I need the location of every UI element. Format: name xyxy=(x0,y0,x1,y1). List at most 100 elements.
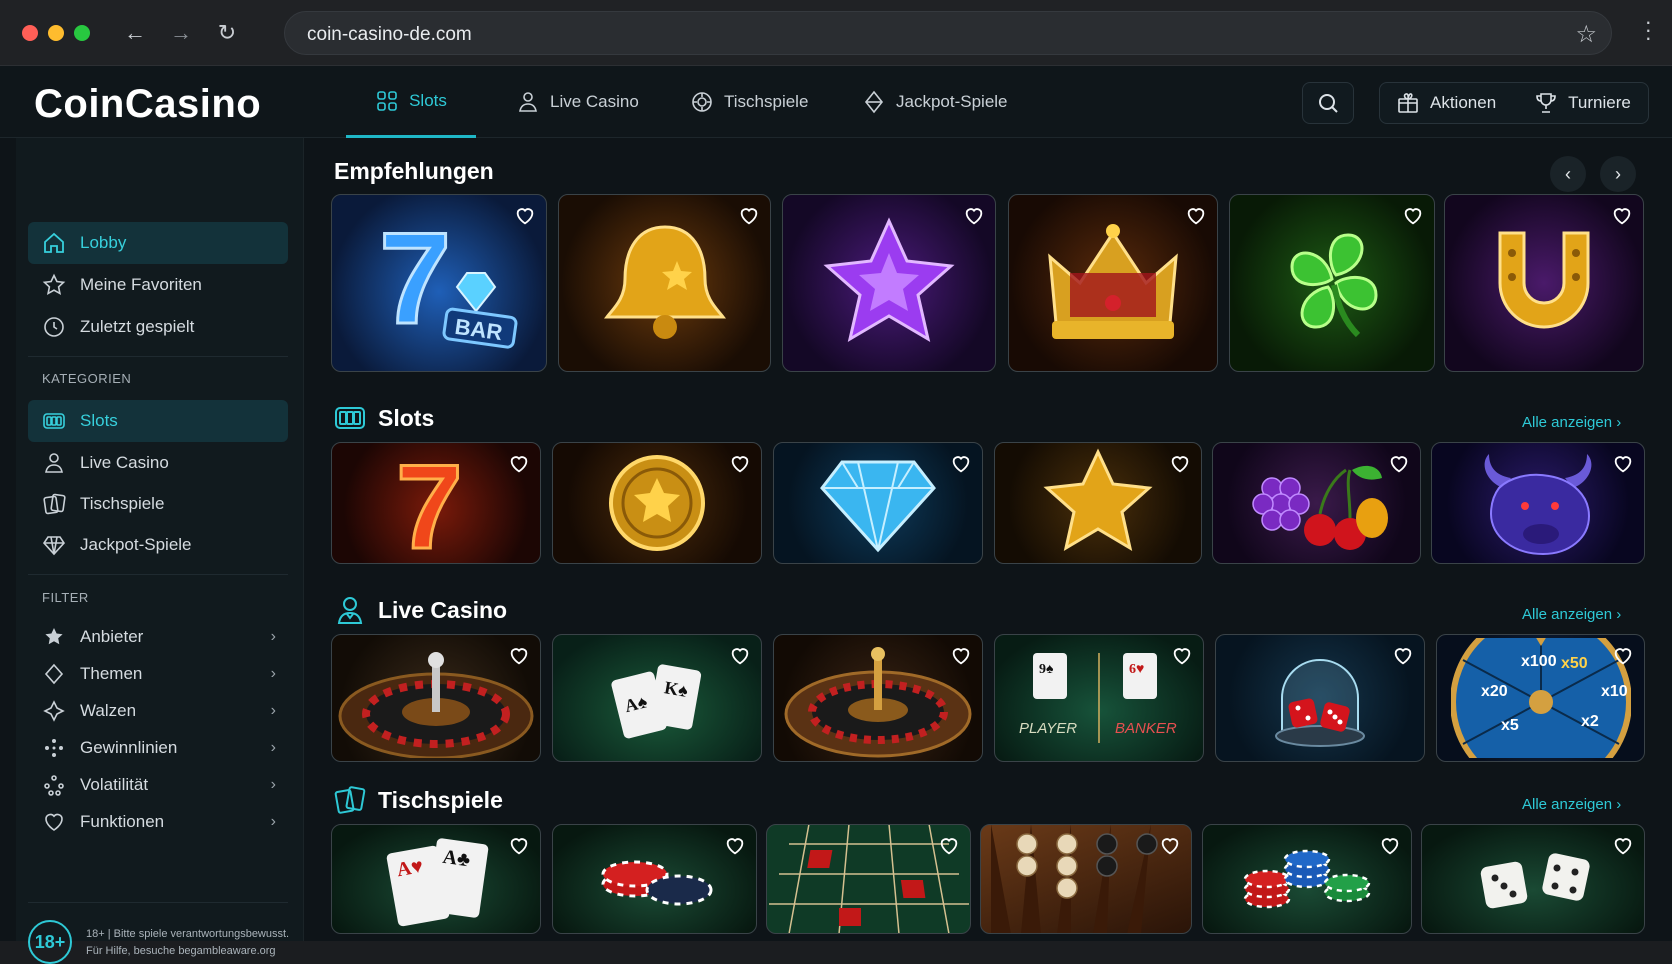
maximize-window-button[interactable] xyxy=(74,25,90,41)
address-bar[interactable]: coin-casino-de.com ☆ xyxy=(284,11,1612,55)
game-card-baccarat[interactable]: 9♠ 6♥ PLAYER BANKER xyxy=(994,634,1204,762)
filter-themen[interactable]: Themen › xyxy=(28,653,288,695)
tab-jackpot-spiele[interactable]: Jackpot-Spiele xyxy=(862,66,1008,138)
filter-walzen[interactable]: Walzen › xyxy=(28,690,288,732)
see-all-slots-link[interactable]: Alle anzeigen › xyxy=(1522,414,1621,431)
sidebar-item-slots[interactable]: Slots xyxy=(28,400,288,442)
tab-live-casino[interactable]: Live Casino xyxy=(516,66,639,138)
heart-icon[interactable] xyxy=(508,645,530,667)
heart-icon[interactable] xyxy=(729,453,751,475)
star-filled-icon xyxy=(45,628,63,645)
heart-icon[interactable] xyxy=(508,453,530,475)
reload-icon[interactable]: ↻ xyxy=(210,16,244,50)
game-card-chip-stacks[interactable] xyxy=(1202,824,1412,934)
tab-label: Jackpot-Spiele xyxy=(896,92,1008,111)
heart-icon[interactable] xyxy=(1171,645,1193,667)
aktionen-button[interactable]: Aktionen xyxy=(1430,93,1496,113)
game-card-diamond[interactable] xyxy=(773,442,983,564)
game-card-buffalo[interactable] xyxy=(1431,442,1645,564)
heart-icon[interactable] xyxy=(938,835,960,857)
filter-funktionen[interactable]: Funktionen › xyxy=(28,801,288,843)
search-button[interactable] xyxy=(1302,82,1354,124)
sidebar-item-recent[interactable]: Zuletzt gespielt xyxy=(28,306,288,348)
heart-icon[interactable] xyxy=(514,205,536,227)
game-card-seven-bar[interactable]: 7 BAR xyxy=(331,194,547,372)
bookmark-star-icon[interactable]: ☆ xyxy=(1575,20,1597,49)
game-card-clover[interactable] xyxy=(1229,194,1435,372)
back-arrow-icon[interactable]: ← xyxy=(118,16,152,50)
game-card-roulette[interactable] xyxy=(331,634,541,762)
game-card-aces[interactable]: A♥ A♣ xyxy=(331,824,541,934)
close-window-button[interactable] xyxy=(22,25,38,41)
heart-icon[interactable] xyxy=(1185,205,1207,227)
game-card-backgammon[interactable] xyxy=(980,824,1192,934)
chevron-right-icon: › xyxy=(270,813,276,830)
see-all-table-link[interactable]: Alle anzeigen › xyxy=(1522,796,1621,813)
heart-icon[interactable] xyxy=(1392,645,1414,667)
dealer-icon xyxy=(45,453,63,473)
menu-kebab-icon[interactable]: · · · xyxy=(1645,11,1652,49)
logo[interactable]: CoinCasino xyxy=(34,82,261,127)
chevron-right-icon: › xyxy=(1615,163,1621,184)
reels-icon xyxy=(43,700,65,722)
heart-icon[interactable] xyxy=(1612,645,1634,667)
cards-icon xyxy=(334,786,366,814)
roulette-icon xyxy=(338,652,534,758)
see-all-live-link[interactable]: Alle anzeigen › xyxy=(1522,606,1621,623)
heart-icon[interactable] xyxy=(724,835,746,857)
heart-icon[interactable] xyxy=(1612,453,1634,475)
game-card-dice-dome[interactable] xyxy=(1215,634,1425,762)
sidebar-item-live-casino[interactable]: Live Casino xyxy=(28,442,288,484)
heart-icon[interactable] xyxy=(738,205,760,227)
game-card-purple-star[interactable] xyxy=(782,194,996,372)
heart-icon[interactable] xyxy=(1169,453,1191,475)
heart-icon[interactable] xyxy=(729,645,751,667)
heart-icon[interactable] xyxy=(508,835,530,857)
tab-tischspiele[interactable]: Tischspiele xyxy=(690,66,808,138)
sidebar-item-jackpot[interactable]: Jackpot-Spiele xyxy=(28,524,288,566)
heart-icon[interactable] xyxy=(1159,835,1181,857)
game-card-gold-star[interactable] xyxy=(994,442,1202,564)
game-card-dice[interactable] xyxy=(1421,824,1645,934)
game-card-crown[interactable] xyxy=(1008,194,1218,372)
heart-icon[interactable] xyxy=(1379,835,1401,857)
game-card-money-wheel[interactable]: x100 x50 x20 x10 x5 x2 xyxy=(1436,634,1645,762)
minimize-window-button[interactable] xyxy=(48,25,64,41)
game-card-horseshoe[interactable] xyxy=(1444,194,1644,372)
forward-arrow-icon[interactable]: → xyxy=(164,16,198,50)
diamond-gem-icon xyxy=(820,460,936,553)
heart-icon[interactable] xyxy=(950,645,972,667)
filter-anbieter[interactable]: Anbieter › xyxy=(28,616,288,658)
sidebar-item-favorites[interactable]: Meine Favoriten xyxy=(28,264,288,306)
sidebar-item-lobby[interactable]: Lobby xyxy=(28,222,288,264)
game-card-fruits[interactable] xyxy=(1212,442,1421,564)
money-wheel-icon: x100 x50 x20 x10 x5 x2 xyxy=(1450,638,1631,758)
game-card-red-seven[interactable]: 7 xyxy=(331,442,541,564)
heart-icon[interactable] xyxy=(1612,835,1634,857)
sidebar-item-label: Jackpot-Spiele xyxy=(80,535,192,554)
divider xyxy=(28,574,288,575)
filter-gewinnlinien[interactable]: Gewinnlinien › xyxy=(28,727,288,769)
game-card-blackjack[interactable]: A♠ K♠ xyxy=(552,634,762,762)
heart-icon[interactable] xyxy=(1611,205,1633,227)
heart-icon[interactable] xyxy=(1388,453,1410,475)
browser-chrome: ← → ↻ coin-casino-de.com ☆ · · · xyxy=(0,0,1672,66)
game-card-gold-coin[interactable] xyxy=(552,442,762,564)
responsible-line-1: 18+ | Bitte spiele verantwortungsbewusst… xyxy=(86,928,290,940)
turniere-button[interactable]: Turniere xyxy=(1568,93,1631,113)
carousel-prev-button[interactable]: ‹ xyxy=(1550,156,1586,192)
game-card-roulette-wheel[interactable] xyxy=(773,634,983,762)
heart-icon[interactable] xyxy=(950,453,972,475)
game-card-bell[interactable] xyxy=(558,194,771,372)
filter-volatilitaet[interactable]: Volatilität › xyxy=(28,764,288,806)
bell-icon xyxy=(603,225,726,339)
heart-icon[interactable] xyxy=(1402,205,1424,227)
game-card-poker-chips[interactable] xyxy=(552,824,757,934)
section-title-table: Tischspiele xyxy=(334,784,503,816)
carousel-next-button[interactable]: › xyxy=(1600,156,1636,192)
heart-icon[interactable] xyxy=(963,205,985,227)
tab-slots[interactable]: Slots xyxy=(346,66,476,138)
cards-icon xyxy=(43,493,66,515)
game-card-roulette-table[interactable] xyxy=(766,824,971,934)
sidebar-item-tischspiele[interactable]: Tischspiele xyxy=(28,483,288,525)
